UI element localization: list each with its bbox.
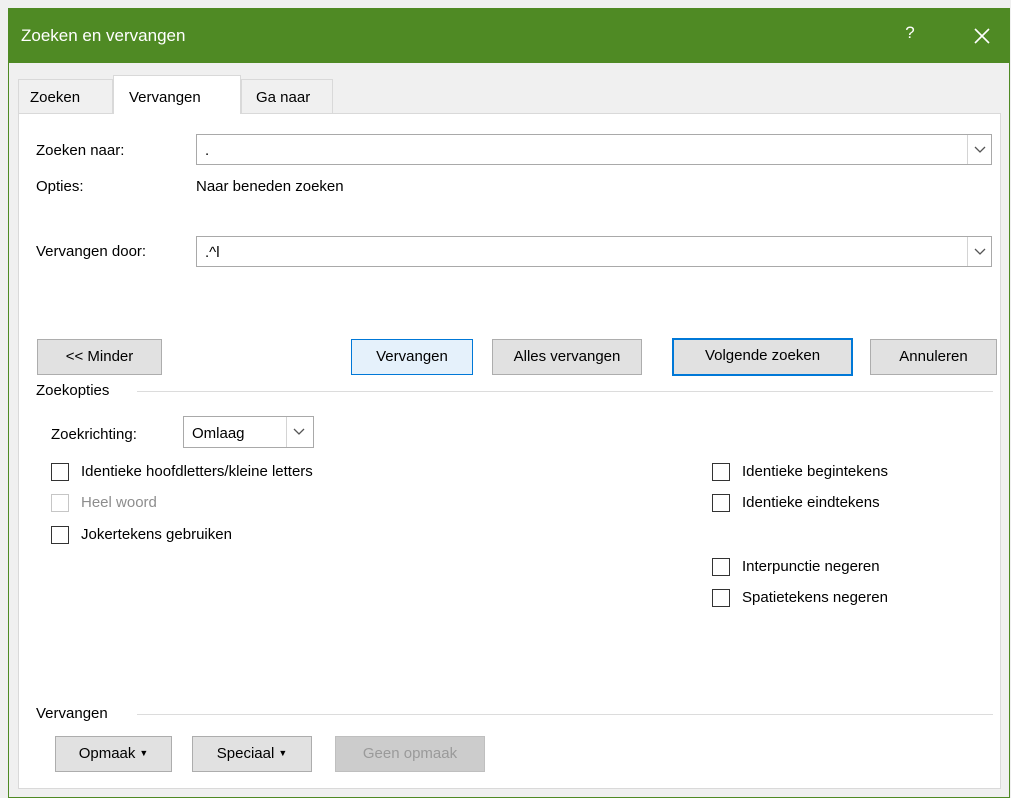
replace-all-button[interactable]: Alles vervangen — [492, 339, 642, 375]
find-input[interactable]: . — [196, 134, 992, 165]
no-format-button: Geen opmaak — [335, 736, 485, 772]
less-button[interactable]: << Minder — [37, 339, 162, 375]
search-options-heading: Zoekopties — [36, 382, 110, 399]
checkbox-box[interactable] — [51, 463, 69, 481]
special-button[interactable]: Speciaal ▼ — [192, 736, 312, 772]
tab-vervangen[interactable]: Vervangen — [113, 75, 241, 114]
direction-value: Omlaag — [192, 425, 245, 442]
chevron-down-icon[interactable] — [967, 135, 991, 164]
dialog-title: Zoeken en vervangen — [21, 26, 186, 45]
match-prefix-checkbox[interactable]: Identieke begintekens — [712, 461, 962, 483]
special-label: Speciaal — [216, 745, 275, 762]
ignore-whitespace-label: Spatietekens negeren — [742, 589, 888, 606]
replace-input[interactable]: .^l — [196, 236, 992, 267]
divider — [137, 391, 993, 392]
format-label: Opmaak — [78, 745, 136, 762]
checkbox-box[interactable] — [51, 526, 69, 544]
match-case-label: Identieke hoofdletters/kleine letters — [81, 463, 313, 480]
find-replace-dialog: Zoeken en vervangen ? Zoeken Vervangen G… — [8, 8, 1010, 798]
checkbox-box[interactable] — [712, 589, 730, 607]
replace-section-heading: Vervangen — [36, 705, 108, 722]
tab-vervangen-label: Vervangen — [129, 89, 201, 106]
match-case-checkbox[interactable]: Identieke hoofdletters/kleine letters — [51, 461, 411, 483]
whole-word-label: Heel woord — [81, 494, 157, 511]
ignore-whitespace-checkbox[interactable]: Spatietekens negeren — [712, 587, 962, 609]
checkbox-box[interactable] — [712, 558, 730, 576]
tab-zoeken-label: Zoeken — [30, 89, 81, 106]
wildcards-checkbox[interactable]: Jokertekens gebruiken — [51, 524, 311, 546]
replace-panel: Zoeken naar: . Opties: Naar beneden zoek… — [18, 113, 1001, 789]
chevron-down-icon[interactable] — [967, 237, 991, 266]
ignore-punctuation-checkbox[interactable]: Interpunctie negeren — [712, 556, 962, 578]
find-value: . — [205, 142, 210, 159]
format-button[interactable]: Opmaak ▼ — [55, 736, 172, 772]
caret-down-icon: ▼ — [278, 748, 288, 758]
checkbox-box[interactable] — [712, 463, 730, 481]
wildcards-label: Jokertekens gebruiken — [81, 526, 232, 543]
replace-value: .^l — [205, 244, 220, 261]
caret-down-icon: ▼ — [139, 748, 149, 758]
find-next-button[interactable]: Volgende zoeken — [672, 338, 853, 376]
chevron-down-icon[interactable] — [286, 417, 313, 447]
options-value: Naar beneden zoeken — [196, 178, 344, 195]
title-bar: Zoeken en vervangen ? — [9, 9, 1009, 63]
direction-label: Zoekrichting: — [51, 426, 137, 443]
tab-zoeken[interactable]: Zoeken — [18, 79, 113, 113]
cancel-button[interactable]: Annuleren — [870, 339, 997, 375]
find-label: Zoeken naar: — [36, 142, 125, 159]
checkbox-box — [51, 494, 69, 512]
close-icon[interactable] — [959, 17, 1005, 55]
divider — [137, 714, 993, 715]
match-suffix-checkbox[interactable]: Identieke eindtekens — [712, 492, 962, 514]
tab-ga-naar[interactable]: Ga naar — [241, 79, 333, 113]
tab-ga-naar-label: Ga naar — [256, 89, 311, 106]
match-suffix-label: Identieke eindtekens — [742, 494, 880, 511]
ignore-punctuation-label: Interpunctie negeren — [742, 558, 880, 575]
checkbox-box[interactable] — [712, 494, 730, 512]
direction-select[interactable]: Omlaag — [183, 416, 314, 448]
whole-word-checkbox: Heel woord — [51, 492, 251, 514]
match-prefix-label: Identieke begintekens — [742, 463, 888, 480]
help-button[interactable]: ? — [899, 23, 921, 47]
replace-button[interactable]: Vervangen — [351, 339, 473, 375]
replace-label: Vervangen door: — [36, 243, 147, 260]
options-label: Opties: — [36, 178, 84, 195]
